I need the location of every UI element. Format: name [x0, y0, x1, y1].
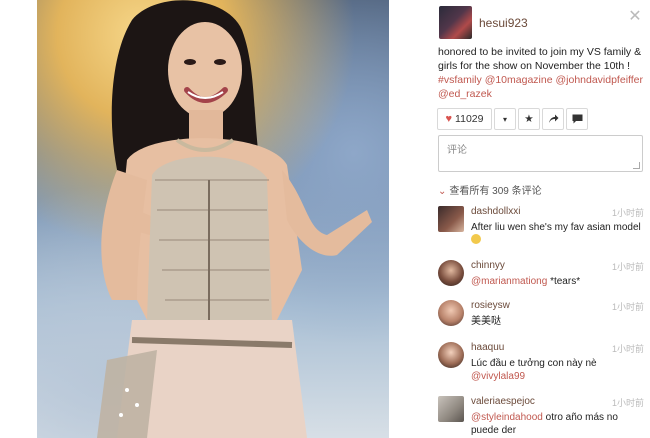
comment-username[interactable]: chinnyy	[471, 260, 505, 271]
comment-mention[interactable]: @marianmationg	[471, 276, 547, 287]
comment-item: valeriaespejoc 1小时前 @styleindahood otro …	[438, 396, 644, 436]
comment-item: rosieysw 1小时前 美美哒	[438, 300, 644, 330]
commenter-avatar[interactable]	[438, 342, 464, 368]
comment-button[interactable]	[566, 108, 588, 130]
comment-time: 1小时前	[611, 398, 644, 408]
post-actions: ♥ 11029 ▾ ★	[437, 108, 590, 130]
comment-time: 1小时前	[611, 262, 644, 272]
comment-body: After liu wen she's my fav asian model	[471, 222, 641, 233]
favorite-button[interactable]: ★	[518, 108, 540, 130]
comment-text: @marianmationg *tears*	[471, 275, 643, 288]
mention-link[interactable]: @10magazine	[485, 74, 553, 86]
comment-text: After liu wen she's my fav asian model	[471, 221, 643, 247]
comment-time: 1小时前	[611, 208, 644, 218]
heart-icon: ♥	[445, 113, 453, 125]
comment-username[interactable]: rosieysw	[471, 300, 510, 311]
more-button[interactable]: ▾	[494, 108, 516, 130]
comment-body: 美美哒	[471, 316, 501, 327]
comment-username[interactable]: dashdollxxi	[471, 206, 520, 217]
close-icon[interactable]: ✕	[628, 9, 642, 25]
chevron-down-icon: ⌄	[438, 186, 447, 197]
comment-text: 美美哒	[471, 315, 643, 328]
comment-item: dashdollxxi 1小时前 After liu wen she's my …	[438, 206, 644, 244]
star-icon: ★	[524, 113, 534, 125]
comment-body: *tears*	[550, 276, 581, 287]
comment-username[interactable]: valeriaespejoc	[471, 396, 535, 407]
comment-item: haaquu 1小时前 Lúc đầu e tưởng con này nè @…	[438, 342, 644, 382]
post-caption: honored to be invited to join my VS fami…	[438, 45, 646, 101]
comment-placeholder: 评论	[447, 145, 467, 156]
share-arrow-icon	[548, 114, 558, 123]
view-all-label: 查看所有 309 条评论	[449, 186, 542, 197]
caption-text: honored to be invited to join my VS fami…	[438, 46, 642, 72]
comment-mention[interactable]: @vivylala99	[471, 371, 525, 382]
user-avatar[interactable]	[439, 6, 472, 39]
resize-grip[interactable]	[633, 162, 640, 169]
commenter-avatar[interactable]	[438, 396, 464, 422]
commenter-avatar[interactable]	[438, 300, 464, 326]
comment-time: 1小时前	[611, 302, 644, 312]
view-all-comments-link[interactable]: ⌄ 查看所有 309 条评论	[438, 182, 542, 197]
post-username[interactable]: hesui923	[479, 16, 528, 30]
comment-item: chinnyy 1小时前 @marianmationg *tears*	[438, 260, 644, 290]
comment-input[interactable]: 评论	[438, 135, 643, 172]
caret-down-icon: ▾	[502, 114, 507, 124]
like-button[interactable]: ♥ 11029	[437, 108, 492, 130]
comment-username[interactable]: haaquu	[471, 342, 504, 353]
commenter-avatar[interactable]	[438, 260, 464, 286]
comment-text: @styleindahood otro año más no puede der	[471, 411, 643, 437]
commenter-avatar[interactable]	[438, 206, 464, 232]
post-photo[interactable]	[37, 0, 389, 438]
comment-mention[interactable]: @styleindahood	[471, 412, 543, 423]
post-detail-panel: hesui923 ✕ honored to be invited to join…	[389, 0, 650, 438]
hashtag-link[interactable]: #vsfamily	[438, 74, 482, 86]
like-count: 11029	[455, 113, 484, 125]
crying-face-emoji	[471, 234, 481, 244]
share-button[interactable]	[542, 108, 564, 130]
mention-link[interactable]: @ed_razek	[438, 88, 492, 100]
comment-text: Lúc đầu e tưởng con này nè @vivylala99	[471, 357, 643, 383]
speech-bubble-icon	[572, 114, 582, 124]
mention-link[interactable]: @johndavidpfeiffer	[555, 74, 643, 86]
comment-time: 1小时前	[611, 344, 644, 354]
comment-body: Lúc đầu e tưởng con này nè	[471, 358, 597, 369]
model-illustration	[97, 0, 372, 438]
